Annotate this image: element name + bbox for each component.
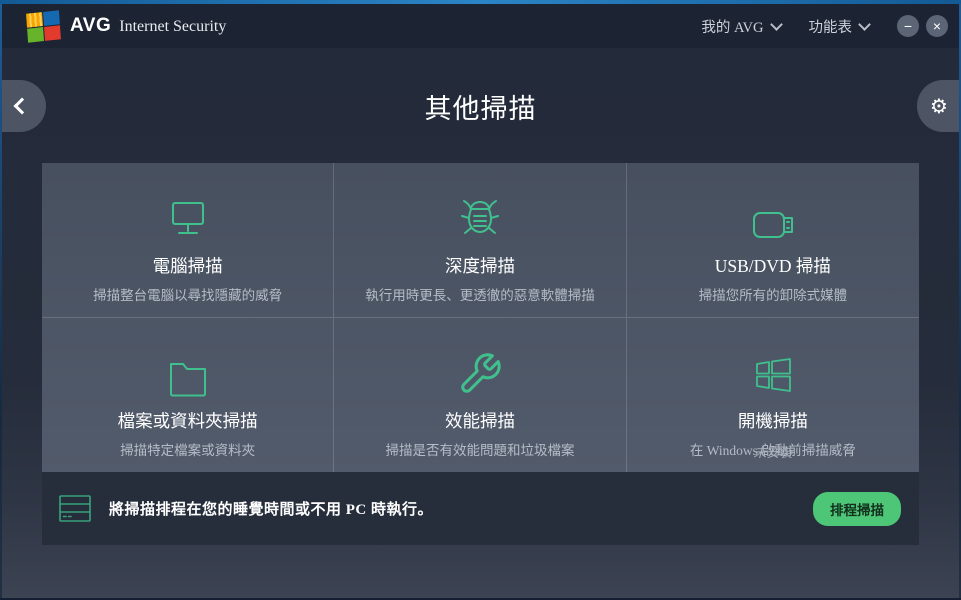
close-button[interactable]: × <box>926 15 948 37</box>
tile-subtitle: 掃描特定檔案或資料夾 <box>42 439 333 459</box>
tile-subtitle: 掃描整台電腦以尋找隱藏的威脅 <box>42 284 333 304</box>
schedule-calendar-icon <box>58 494 92 523</box>
chevron-down-icon <box>858 18 871 31</box>
tile-title: 開機掃描 <box>627 408 919 433</box>
not-installed-badge: 未安裝 <box>627 442 919 461</box>
tile-boot-scan[interactable]: 開機掃描 在 Windows 啟動前掃描威脅 未安裝 <box>627 318 919 473</box>
minimize-button[interactable]: − <box>897 15 919 37</box>
wrench-icon <box>334 345 625 397</box>
chevron-down-icon <box>770 18 783 31</box>
folder-icon <box>42 345 333 397</box>
avg-logo-icon <box>26 10 61 42</box>
menu-main-label: 功能表 <box>809 16 853 37</box>
minimize-icon: − <box>904 19 912 33</box>
brand-name: AVG <box>70 15 111 37</box>
tile-computer-scan[interactable]: 電腦掃描 掃描整台電腦以尋找隱藏的威脅 <box>42 163 334 318</box>
menu-main[interactable]: 功能表 <box>809 16 870 37</box>
tile-title: USB/DVD 掃描 <box>627 253 919 278</box>
settings-button[interactable]: ⚙ <box>917 80 961 132</box>
titlebar-menus: 我的 AVG 功能表 <box>701 16 869 37</box>
tile-subtitle: 掃描您所有的卸除式媒體 <box>627 284 919 304</box>
menu-my-avg-label: 我的 AVG <box>701 16 763 37</box>
window-left-border <box>0 4 2 600</box>
schedule-message: 將掃描排程在您的睡覺時間或不用 PC 時執行。 <box>109 498 433 519</box>
schedule-bar: 將掃描排程在您的睡覺時間或不用 PC 時執行。 排程掃描 <box>42 472 919 545</box>
monitor-icon <box>42 190 333 242</box>
brand: AVG Internet Security <box>70 15 226 37</box>
tile-usb-dvd-scan[interactable]: USB/DVD 掃描 掃描您所有的卸除式媒體 <box>627 163 919 318</box>
tile-deep-scan[interactable]: 深度掃描 執行用時更長、更透徹的惡意軟體掃描 <box>334 163 626 318</box>
gear-icon: ⚙ <box>930 94 948 118</box>
titlebar: AVG Internet Security 我的 AVG 功能表 − × <box>0 4 961 48</box>
tile-title: 檔案或資料夾掃描 <box>42 408 333 433</box>
close-icon: × <box>933 19 941 33</box>
tile-performance-scan[interactable]: 效能掃描 掃描是否有效能問題和垃圾檔案 <box>334 318 626 473</box>
usb-drive-icon <box>627 190 919 242</box>
window-top-border <box>0 0 961 4</box>
tile-subtitle: 執行用時更長、更透徹的惡意軟體掃描 <box>334 284 625 304</box>
tile-title: 電腦掃描 <box>42 253 333 278</box>
schedule-scan-button[interactable]: 排程掃描 <box>813 492 901 526</box>
scan-tiles-grid: 電腦掃描 掃描整台電腦以尋找隱藏的威脅 深度掃描 執行用時更長、更透徹的惡意軟體… <box>42 163 919 472</box>
bug-icon <box>334 190 625 242</box>
window-controls: − × <box>897 15 948 37</box>
tile-title: 深度掃描 <box>334 253 625 278</box>
menu-my-avg[interactable]: 我的 AVG <box>701 16 780 37</box>
windows-icon <box>627 345 919 397</box>
brand-product: Internet Security <box>119 18 226 36</box>
chevron-left-icon <box>14 98 31 115</box>
tile-subtitle: 掃描是否有效能問題和垃圾檔案 <box>334 439 625 459</box>
page-title: 其他掃描 <box>0 87 961 126</box>
tile-file-folder-scan[interactable]: 檔案或資料夾掃描 掃描特定檔案或資料夾 <box>42 318 334 473</box>
tile-title: 效能掃描 <box>334 408 625 433</box>
